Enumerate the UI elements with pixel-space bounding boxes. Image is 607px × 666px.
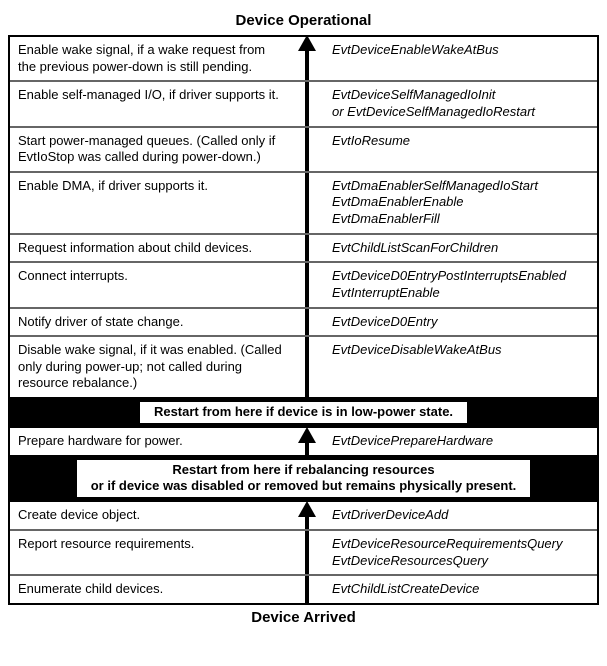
step-description: Enable DMA, if driver supports it. bbox=[10, 173, 290, 233]
callback-names: EvtDevicePrepareHardware bbox=[324, 428, 597, 455]
flow-arrow bbox=[290, 309, 324, 336]
step-description: Enumerate child devices. bbox=[10, 576, 290, 603]
callback-names: EvtDeviceSelfManagedIoInitor EvtDeviceSe… bbox=[324, 82, 597, 125]
callback-names: EvtDeviceD0EntryPostInterruptsEnabledEvt… bbox=[324, 263, 597, 306]
table-row: Prepare hardware for power. EvtDevicePre… bbox=[10, 428, 597, 455]
step-description: Notify driver of state change. bbox=[10, 309, 290, 336]
diagram-frame: Enable wake signal, if a wake request fr… bbox=[8, 35, 599, 605]
flow-arrow bbox=[290, 128, 324, 171]
title-top: Device Operational bbox=[8, 8, 599, 35]
callback-names: EvtChildListScanForChildren bbox=[324, 235, 597, 262]
callback-names: EvtDeviceDisableWakeAtBus bbox=[324, 337, 597, 397]
flow-arrow bbox=[290, 576, 324, 603]
table-row: Notify driver of state change. EvtDevice… bbox=[10, 307, 597, 336]
table-row: Enable DMA, if driver supports it. EvtDm… bbox=[10, 171, 597, 233]
step-description: Create device object. bbox=[10, 502, 290, 529]
step-description: Request information about child devices. bbox=[10, 235, 290, 262]
callback-names: EvtDeviceResourceRequirementsQueryEvtDev… bbox=[324, 531, 597, 574]
flow-arrow bbox=[290, 37, 324, 80]
callback-names: EvtIoResume bbox=[324, 128, 597, 171]
table-row: Start power-managed queues. (Called only… bbox=[10, 126, 597, 171]
step-description: Enable self-managed I/O, if driver suppo… bbox=[10, 82, 290, 125]
table-row: Enable wake signal, if a wake request fr… bbox=[10, 37, 597, 80]
flow-arrow bbox=[290, 337, 324, 397]
flow-arrow bbox=[290, 235, 324, 262]
step-description: Disable wake signal, if it was enabled. … bbox=[10, 337, 290, 397]
flow-arrow bbox=[290, 428, 324, 455]
flow-arrow bbox=[290, 263, 324, 306]
callback-names: EvtDeviceEnableWakeAtBus bbox=[324, 37, 597, 80]
table-row: Report resource requirements. EvtDeviceR… bbox=[10, 529, 597, 574]
title-bottom: Device Arrived bbox=[8, 605, 599, 632]
table-row: Create device object. EvtDriverDeviceAdd bbox=[10, 502, 597, 529]
restart-banner-rebalance: Restart from here if rebalancing resourc… bbox=[10, 455, 597, 503]
table-row: Enumerate child devices. EvtChildListCre… bbox=[10, 574, 597, 603]
step-description: Connect interrupts. bbox=[10, 263, 290, 306]
flow-arrow bbox=[290, 502, 324, 529]
table-row: Disable wake signal, if it was enabled. … bbox=[10, 335, 597, 397]
callback-names: EvtDeviceD0Entry bbox=[324, 309, 597, 336]
table-row: Enable self-managed I/O, if driver suppo… bbox=[10, 80, 597, 125]
callback-names: EvtDmaEnablerSelfManagedIoStartEvtDmaEna… bbox=[324, 173, 597, 233]
flow-arrow bbox=[290, 173, 324, 233]
step-description: Enable wake signal, if a wake request fr… bbox=[10, 37, 290, 80]
table-row: Connect interrupts. EvtDeviceD0EntryPost… bbox=[10, 261, 597, 306]
step-description: Report resource requirements. bbox=[10, 531, 290, 574]
table-row: Request information about child devices.… bbox=[10, 233, 597, 262]
callback-names: EvtChildListCreateDevice bbox=[324, 576, 597, 603]
step-description: Start power-managed queues. (Called only… bbox=[10, 128, 290, 171]
flow-arrow bbox=[290, 531, 324, 574]
callback-names: EvtDriverDeviceAdd bbox=[324, 502, 597, 529]
restart-banner-lowpower: Restart from here if device is in low-po… bbox=[10, 397, 597, 428]
flow-arrow bbox=[290, 82, 324, 125]
step-description: Prepare hardware for power. bbox=[10, 428, 290, 455]
